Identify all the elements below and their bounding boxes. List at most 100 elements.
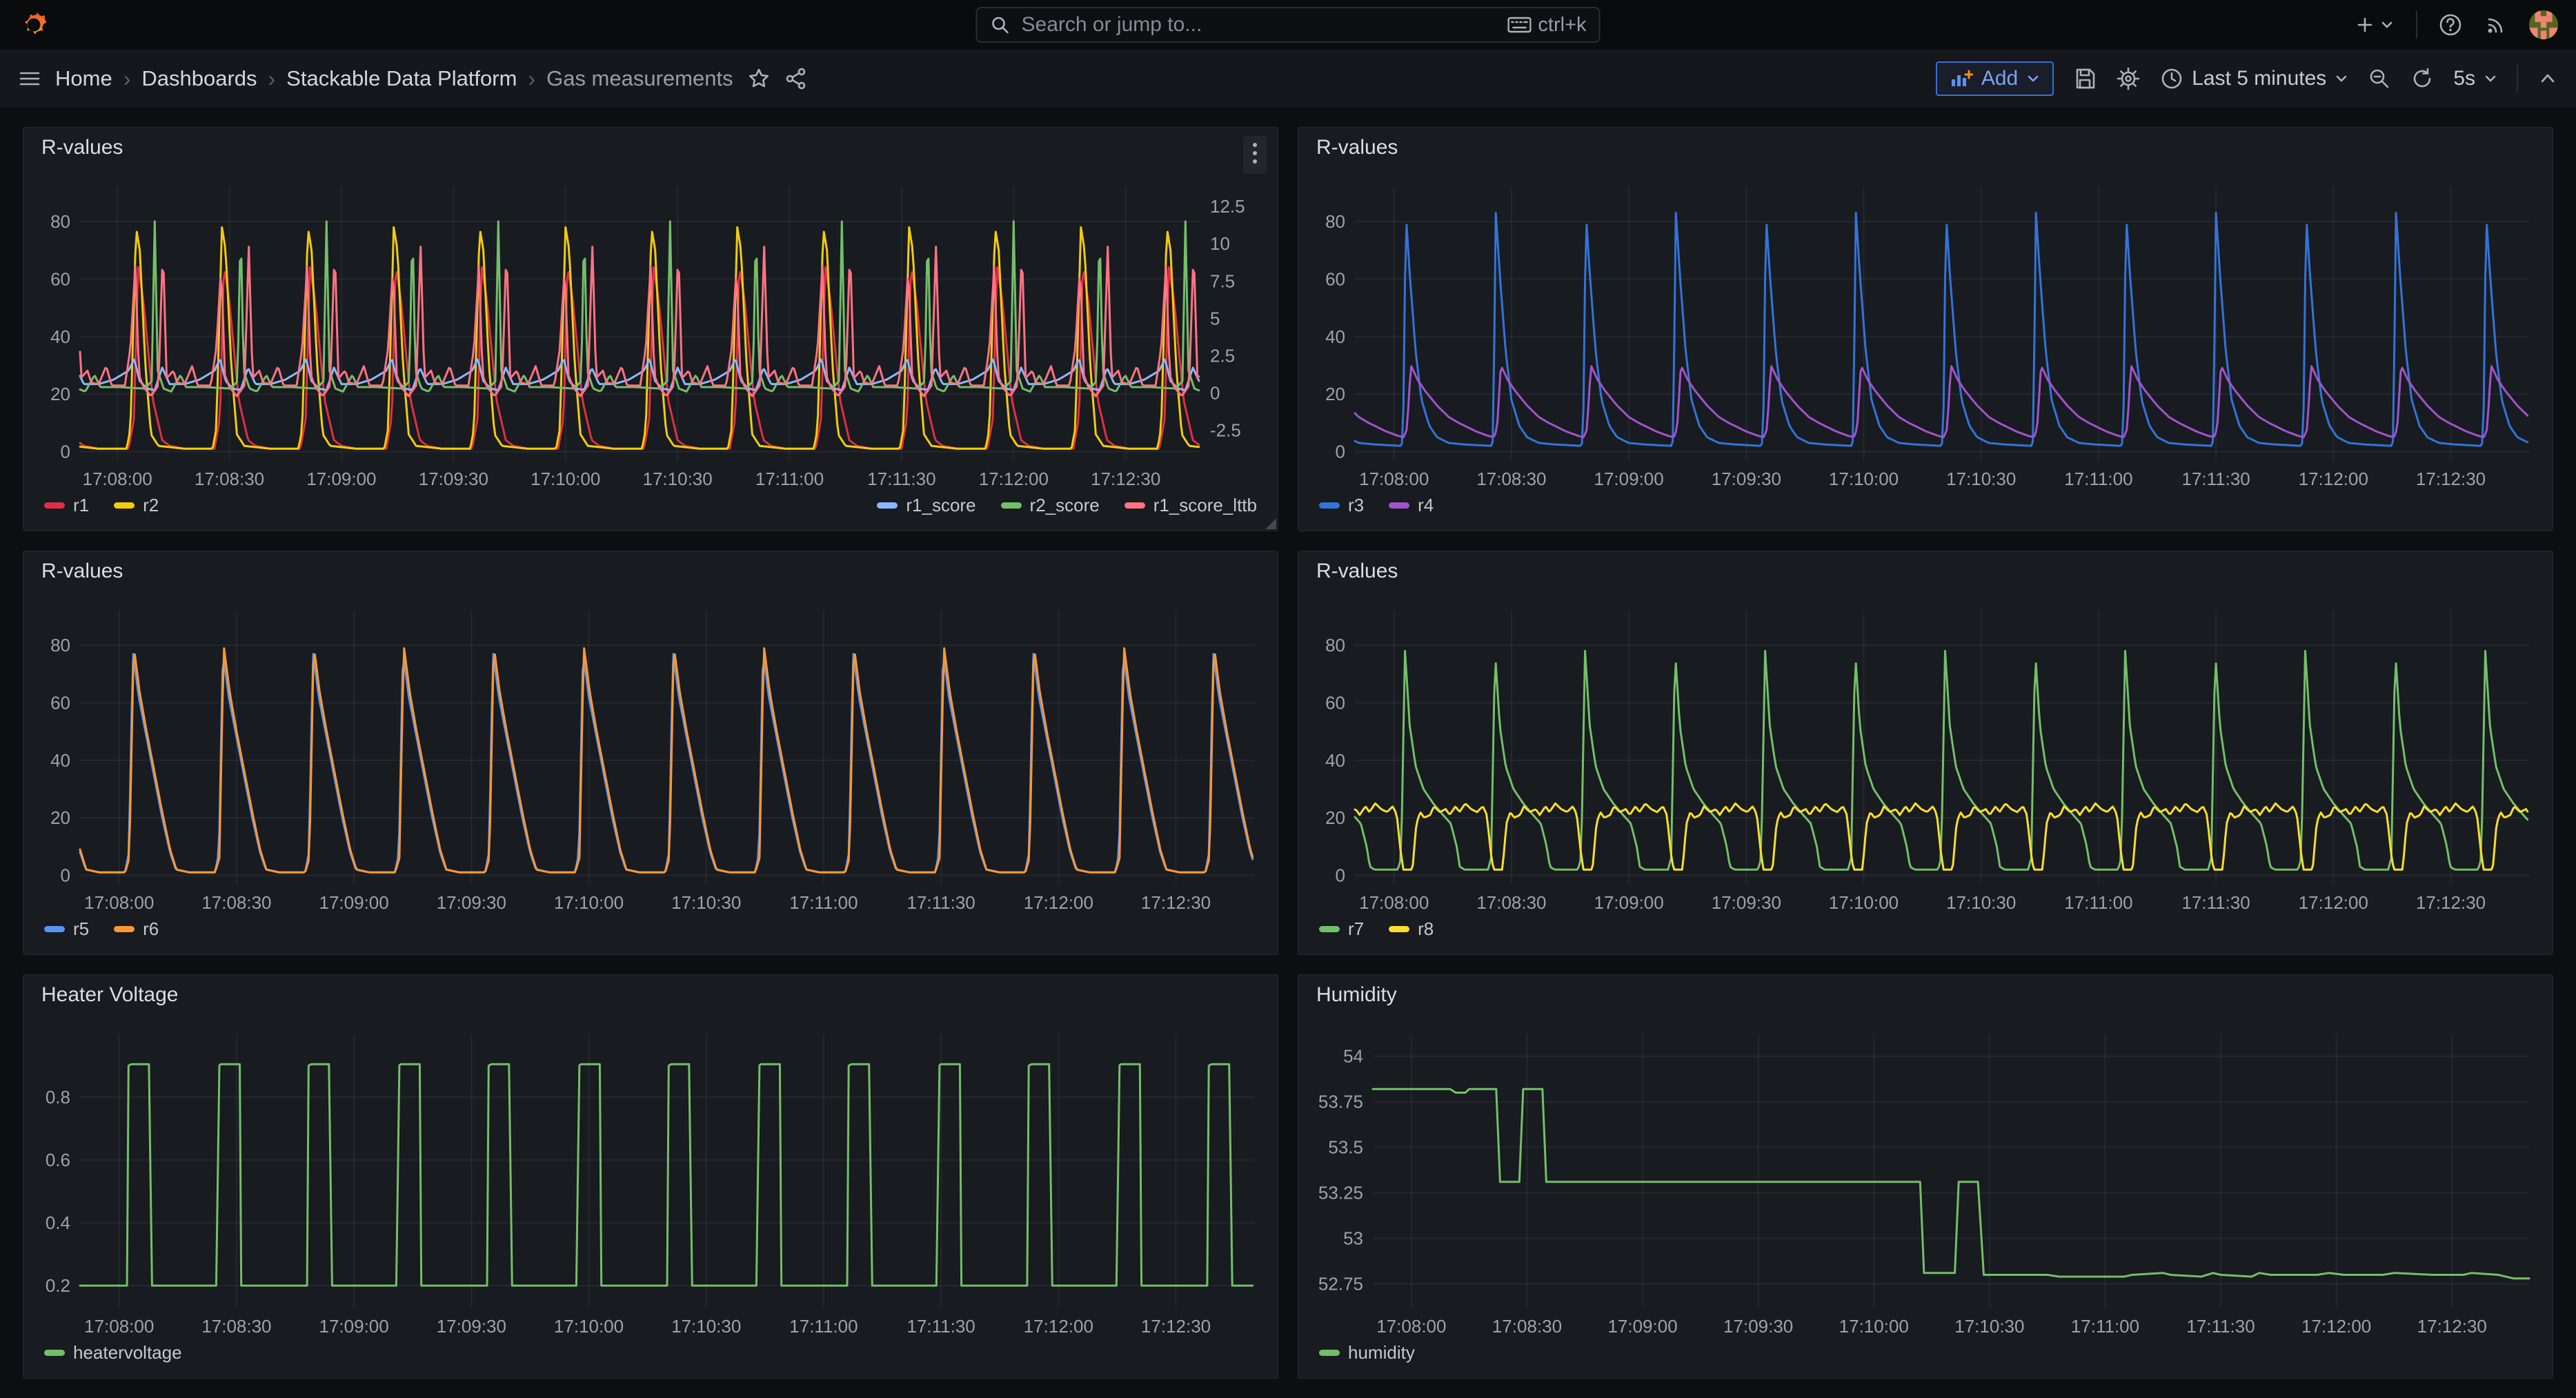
- legend-item-r1_score_lttb[interactable]: r1_score_lttb: [1124, 495, 1257, 516]
- refresh-button[interactable]: [2410, 67, 2434, 90]
- avatar-image: [2529, 10, 2558, 39]
- svg-text:17:10:00: 17:10:00: [1839, 1316, 1909, 1337]
- chevron-down-icon: [2383, 23, 2391, 27]
- dashboard-grid: R-values 17:08:0017:08:3017:09:0017:09:3…: [0, 108, 2576, 1398]
- svg-text:53.75: 53.75: [1318, 1092, 1363, 1112]
- breadcrumb-home[interactable]: Home: [55, 66, 112, 91]
- panel-r-values-1: R-values 17:08:0017:08:3017:09:0017:09:3…: [23, 127, 1278, 531]
- svg-text:17:10:30: 17:10:30: [1954, 1316, 2024, 1337]
- refresh-interval-picker[interactable]: 5s: [2453, 67, 2497, 90]
- legend-label: heatervoltage: [73, 1342, 182, 1363]
- legend-swatch: [1319, 502, 1340, 509]
- grafana-logo[interactable]: [18, 9, 50, 41]
- svg-text:17:08:30: 17:08:30: [1476, 469, 1546, 489]
- breadcrumb-folder[interactable]: Stackable Data Platform: [286, 66, 517, 91]
- legend: r1_score r2_score r1_score_lttb: [877, 495, 1257, 516]
- svg-text:17:08:00: 17:08:00: [84, 892, 154, 913]
- legend-item-r4[interactable]: r4: [1389, 495, 1434, 516]
- svg-text:17:11:30: 17:11:30: [2181, 469, 2250, 489]
- svg-text:40: 40: [50, 750, 70, 771]
- chart-canvas[interactable]: 17:08:0017:08:3017:09:0017:09:3017:10:00…: [30, 168, 1272, 492]
- chart-canvas[interactable]: 17:08:0017:08:3017:09:0017:09:3017:10:00…: [30, 591, 1272, 916]
- legend-swatch: [44, 1350, 65, 1356]
- breadcrumb-current: Gas measurements: [546, 66, 733, 91]
- panel-resize-handle[interactable]: [1265, 518, 1276, 529]
- legend-label: r2: [143, 495, 159, 516]
- panel-title[interactable]: R-values: [1316, 560, 1398, 583]
- chevron-up-icon: [2537, 70, 2558, 88]
- panel-title[interactable]: R-values: [41, 560, 123, 583]
- search-input[interactable]: Search or jump to... ctrl+k: [976, 7, 1601, 43]
- legend-label: r1_score: [906, 495, 975, 516]
- svg-text:53.5: 53.5: [1328, 1137, 1363, 1158]
- kebab-icon: [1251, 141, 1258, 165]
- time-range-picker[interactable]: Last 5 minutes: [2160, 67, 2348, 90]
- divider: [2517, 65, 2518, 92]
- mega-menu-button[interactable]: [18, 68, 41, 89]
- chart-canvas[interactable]: 17:08:0017:08:3017:09:0017:09:3017:10:00…: [30, 1015, 1272, 1339]
- legend-label: humidity: [1348, 1342, 1415, 1363]
- legend-item-r1[interactable]: r1: [44, 495, 89, 516]
- chart-canvas[interactable]: 17:08:0017:08:3017:09:0017:09:3017:10:00…: [1305, 1015, 2547, 1339]
- svg-text:17:10:00: 17:10:00: [554, 1316, 624, 1337]
- svg-text:17:11:30: 17:11:30: [2181, 892, 2250, 913]
- hamburger-icon: [18, 68, 41, 89]
- save-dashboard-button[interactable]: [2073, 67, 2097, 90]
- new-button[interactable]: [2355, 14, 2395, 35]
- svg-text:10: 10: [1210, 233, 1230, 254]
- legend-swatch: [114, 926, 135, 932]
- legend: r5 r6: [44, 918, 159, 940]
- help-icon: [2438, 12, 2463, 37]
- search-icon: [990, 14, 1011, 35]
- legend: r7 r8: [1319, 918, 1434, 940]
- svg-text:17:12:00: 17:12:00: [2299, 469, 2368, 489]
- news-button[interactable]: [2484, 12, 2508, 37]
- collapse-toolbar-button[interactable]: [2537, 70, 2558, 88]
- legend-item-r6[interactable]: r6: [114, 918, 159, 940]
- svg-text:17:10:30: 17:10:30: [643, 469, 713, 489]
- svg-text:17:11:00: 17:11:00: [789, 892, 858, 913]
- svg-text:17:10:00: 17:10:00: [1829, 469, 1899, 489]
- svg-text:40: 40: [1325, 750, 1345, 771]
- legend-item-humidity[interactable]: humidity: [1319, 1342, 1415, 1363]
- svg-text:17:11:00: 17:11:00: [2064, 469, 2132, 489]
- panel-menu-button[interactable]: [1243, 136, 1267, 174]
- panel-title[interactable]: Heater Voltage: [41, 983, 178, 1007]
- legend-swatch: [44, 502, 65, 509]
- legend-item-r5[interactable]: r5: [44, 918, 89, 940]
- legend-item-r1_score[interactable]: r1_score: [877, 495, 975, 516]
- zoom-out-button[interactable]: [2368, 67, 2391, 90]
- legend-item-r2[interactable]: r2: [114, 495, 159, 516]
- legend-item-r3[interactable]: r3: [1319, 495, 1364, 516]
- refresh-icon: [2410, 67, 2434, 90]
- panel-title[interactable]: R-values: [1316, 136, 1398, 159]
- panel-title[interactable]: R-values: [41, 136, 123, 159]
- legend-label: r1: [73, 495, 89, 516]
- favorite-button[interactable]: [747, 67, 771, 90]
- legend-item-r2_score[interactable]: r2_score: [1001, 495, 1100, 516]
- help-button[interactable]: [2438, 12, 2463, 37]
- svg-text:17:10:30: 17:10:30: [1946, 892, 2016, 913]
- legend-item-heatervoltage[interactable]: heatervoltage: [44, 1342, 182, 1363]
- panel-title[interactable]: Humidity: [1316, 983, 1397, 1007]
- svg-text:17:12:00: 17:12:00: [979, 469, 1049, 489]
- share-button[interactable]: [784, 67, 808, 90]
- dashboard-settings-button[interactable]: [2116, 66, 2141, 91]
- svg-text:17:10:30: 17:10:30: [671, 892, 741, 913]
- add-panel-button[interactable]: Add: [1936, 61, 2054, 96]
- svg-text:17:08:30: 17:08:30: [195, 469, 264, 489]
- svg-text:17:08:00: 17:08:00: [1359, 469, 1429, 489]
- search-shortcut: ctrl+k: [1507, 14, 1586, 37]
- svg-text:17:12:00: 17:12:00: [2301, 1316, 2371, 1337]
- user-avatar[interactable]: [2529, 10, 2558, 39]
- chart-canvas[interactable]: 17:08:0017:08:3017:09:0017:09:3017:10:00…: [1305, 591, 2547, 916]
- svg-text:12.5: 12.5: [1210, 196, 1245, 217]
- breadcrumb-dashboards[interactable]: Dashboards: [141, 66, 257, 91]
- chart-canvas[interactable]: 17:08:0017:08:3017:09:0017:09:3017:10:00…: [1305, 168, 2547, 492]
- legend-item-r7[interactable]: r7: [1319, 918, 1364, 940]
- panel-heater-voltage: Heater Voltage 17:08:0017:08:3017:09:001…: [23, 974, 1278, 1379]
- legend-label: r8: [1418, 918, 1434, 940]
- legend-item-r8[interactable]: r8: [1389, 918, 1434, 940]
- svg-text:17:12:00: 17:12:00: [1024, 1316, 1093, 1337]
- chevron-down-icon: [2484, 73, 2497, 84]
